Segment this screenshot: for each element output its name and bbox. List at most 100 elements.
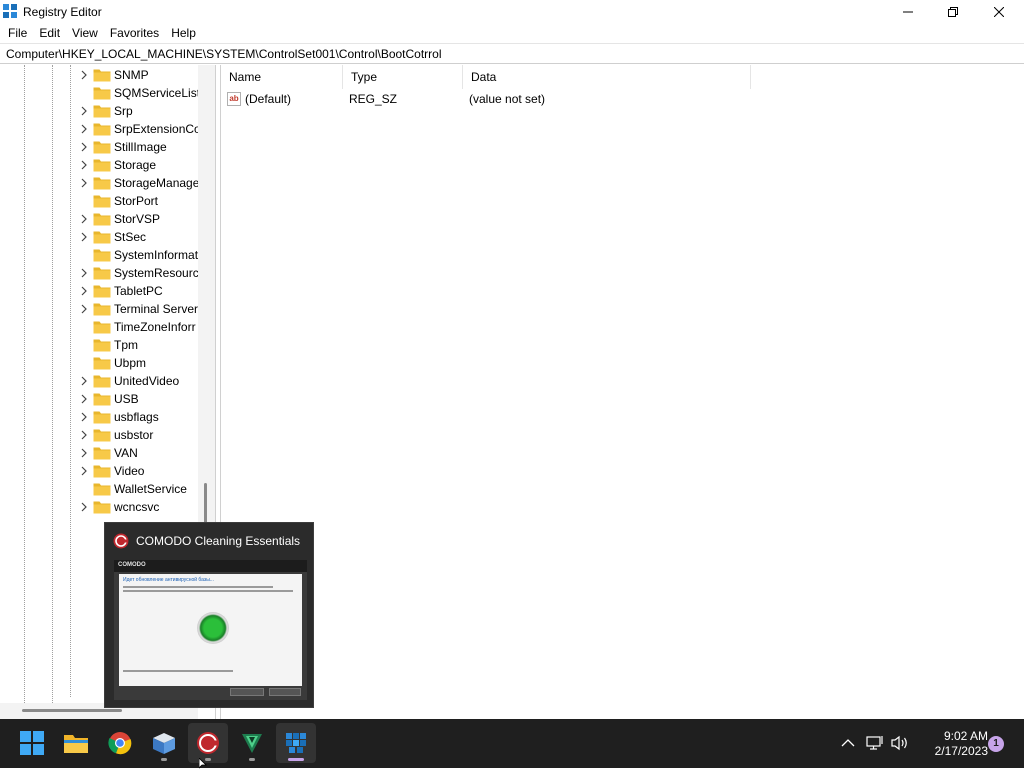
chevron-right-icon[interactable] (78, 393, 90, 405)
notification-badge[interactable]: 1 (988, 736, 1004, 752)
tree-item[interactable]: Ubpm (78, 354, 208, 372)
taskbar-thumbnail-preview[interactable]: COMODO Cleaning Essentials COMODO Идет о… (104, 522, 314, 708)
tree-item[interactable]: Terminal Server (78, 300, 208, 318)
thumbnail-heading: Идет обновление антивирусной базы... (123, 577, 214, 583)
chevron-right-icon[interactable] (78, 231, 90, 243)
folder-icon (64, 735, 88, 753)
folder-icon (93, 303, 111, 316)
folder-icon (93, 105, 111, 118)
taskbar-registry-editor[interactable] (276, 723, 316, 763)
tree-item[interactable]: Storage (78, 156, 208, 174)
tree-guide-line (24, 65, 25, 705)
tree-item[interactable]: UnitedVideo (78, 372, 208, 390)
tree-hscroll-thumb[interactable] (22, 709, 122, 712)
folder-icon (93, 231, 111, 244)
tree-item[interactable]: StSec (78, 228, 208, 246)
tree-item-label: WalletService (114, 482, 187, 496)
folder-icon (93, 69, 111, 82)
chevron-right-icon[interactable] (78, 267, 90, 279)
address-bar[interactable]: Computer\HKEY_LOCAL_MACHINE\SYSTEM\Contr… (0, 43, 1024, 64)
value-row[interactable]: ab (Default) REG_SZ (value not set) (221, 89, 1024, 109)
tree-item[interactable]: Srp (78, 102, 208, 120)
chevron-right-icon[interactable] (78, 501, 90, 513)
value-type: REG_SZ (349, 92, 398, 106)
values-list[interactable]: Name Type Data ab (Default) REG_SZ (valu… (220, 65, 1024, 719)
chevron-right-icon[interactable] (78, 177, 90, 189)
tree-item-label: Video (114, 464, 145, 478)
menu-file[interactable]: File (2, 23, 33, 43)
folder-icon (93, 447, 111, 460)
taskbar-file-explorer[interactable] (56, 723, 96, 763)
tree-item[interactable]: SrpExtensionCo (78, 120, 208, 138)
menu-edit[interactable]: Edit (33, 23, 66, 43)
chevron-right-icon[interactable] (78, 447, 90, 459)
tree-item[interactable]: SQMServiceList (78, 84, 208, 102)
tree-item-label: VAN (114, 446, 138, 460)
taskbar-comodo[interactable] (188, 723, 228, 763)
clock[interactable]: 9:02 AM 2/17/2023 (916, 729, 988, 759)
column-data-header[interactable]: Data (463, 65, 751, 89)
folder-icon (93, 429, 111, 442)
volume-button[interactable] (890, 733, 910, 753)
folder-icon (93, 87, 111, 100)
tree-item[interactable]: SystemResource (78, 264, 208, 282)
tree-item[interactable]: USB (78, 390, 208, 408)
tree-item[interactable]: SystemInformat (78, 246, 208, 264)
chevron-right-icon[interactable] (78, 105, 90, 117)
tree-item[interactable]: VAN (78, 444, 208, 462)
chevron-right-icon[interactable] (78, 375, 90, 387)
tree-item[interactable]: StorPort (78, 192, 208, 210)
tree-item[interactable]: TabletPC (78, 282, 208, 300)
show-hidden-icons-button[interactable] (838, 733, 858, 753)
tree-item[interactable]: WalletService (78, 480, 208, 498)
taskbar-vpn-shield[interactable] (232, 723, 272, 763)
minimize-button[interactable] (885, 0, 931, 23)
chevron-right-icon[interactable] (78, 69, 90, 81)
chrome-icon (108, 732, 132, 755)
column-name-header[interactable]: Name (221, 65, 343, 89)
chevron-right-icon[interactable] (78, 213, 90, 225)
restore-button[interactable] (930, 0, 976, 23)
menu-help[interactable]: Help (165, 23, 202, 43)
tree-item-label: usbflags (114, 410, 159, 424)
tree-item[interactable]: StorVSP (78, 210, 208, 228)
registry-icon (286, 733, 306, 753)
taskbar-sandbox[interactable] (144, 723, 184, 763)
comodo-icon (197, 732, 219, 754)
column-type-header[interactable]: Type (343, 65, 463, 89)
network-button[interactable] (865, 733, 885, 753)
chevron-right-icon[interactable] (78, 411, 90, 423)
folder-icon (93, 213, 111, 226)
tree-item[interactable]: TimeZoneInforr (78, 318, 208, 336)
tree-item-label: Tpm (114, 338, 138, 352)
restore-icon (948, 6, 958, 17)
preview-thumbnail[interactable]: COMODO Идет обновление антивирусной базы… (114, 560, 307, 700)
chevron-right-icon[interactable] (78, 141, 90, 153)
box-icon (153, 733, 175, 754)
tree-item[interactable]: usbflags (78, 408, 208, 426)
running-indicator (161, 758, 167, 761)
tree-item-label: SQMServiceList (114, 86, 201, 100)
menu-favorites[interactable]: Favorites (104, 23, 165, 43)
tree-item-label: SystemResource (114, 266, 206, 280)
tree-item[interactable]: StillImage (78, 138, 208, 156)
chevron-right-icon[interactable] (78, 303, 90, 315)
menu-view[interactable]: View (66, 23, 104, 43)
tree-item[interactable]: wcncsvc (78, 498, 208, 516)
address-path[interactable]: Computer\HKEY_LOCAL_MACHINE\SYSTEM\Contr… (6, 47, 442, 61)
chevron-right-icon[interactable] (78, 429, 90, 441)
chevron-right-icon[interactable] (78, 123, 90, 135)
tree-item[interactable]: usbstor (78, 426, 208, 444)
shield-icon (242, 734, 262, 753)
tree-item[interactable]: Video (78, 462, 208, 480)
start-button[interactable] (12, 723, 52, 763)
tree-item[interactable]: Tpm (78, 336, 208, 354)
chevron-right-icon[interactable] (78, 159, 90, 171)
title-bar: Registry Editor (0, 0, 1024, 23)
taskbar-chrome[interactable] (100, 723, 140, 763)
close-button[interactable] (976, 0, 1022, 23)
tree-item[interactable]: SNMP (78, 66, 208, 84)
chevron-right-icon[interactable] (78, 465, 90, 477)
chevron-right-icon[interactable] (78, 285, 90, 297)
tree-item[interactable]: StorageManage (78, 174, 208, 192)
